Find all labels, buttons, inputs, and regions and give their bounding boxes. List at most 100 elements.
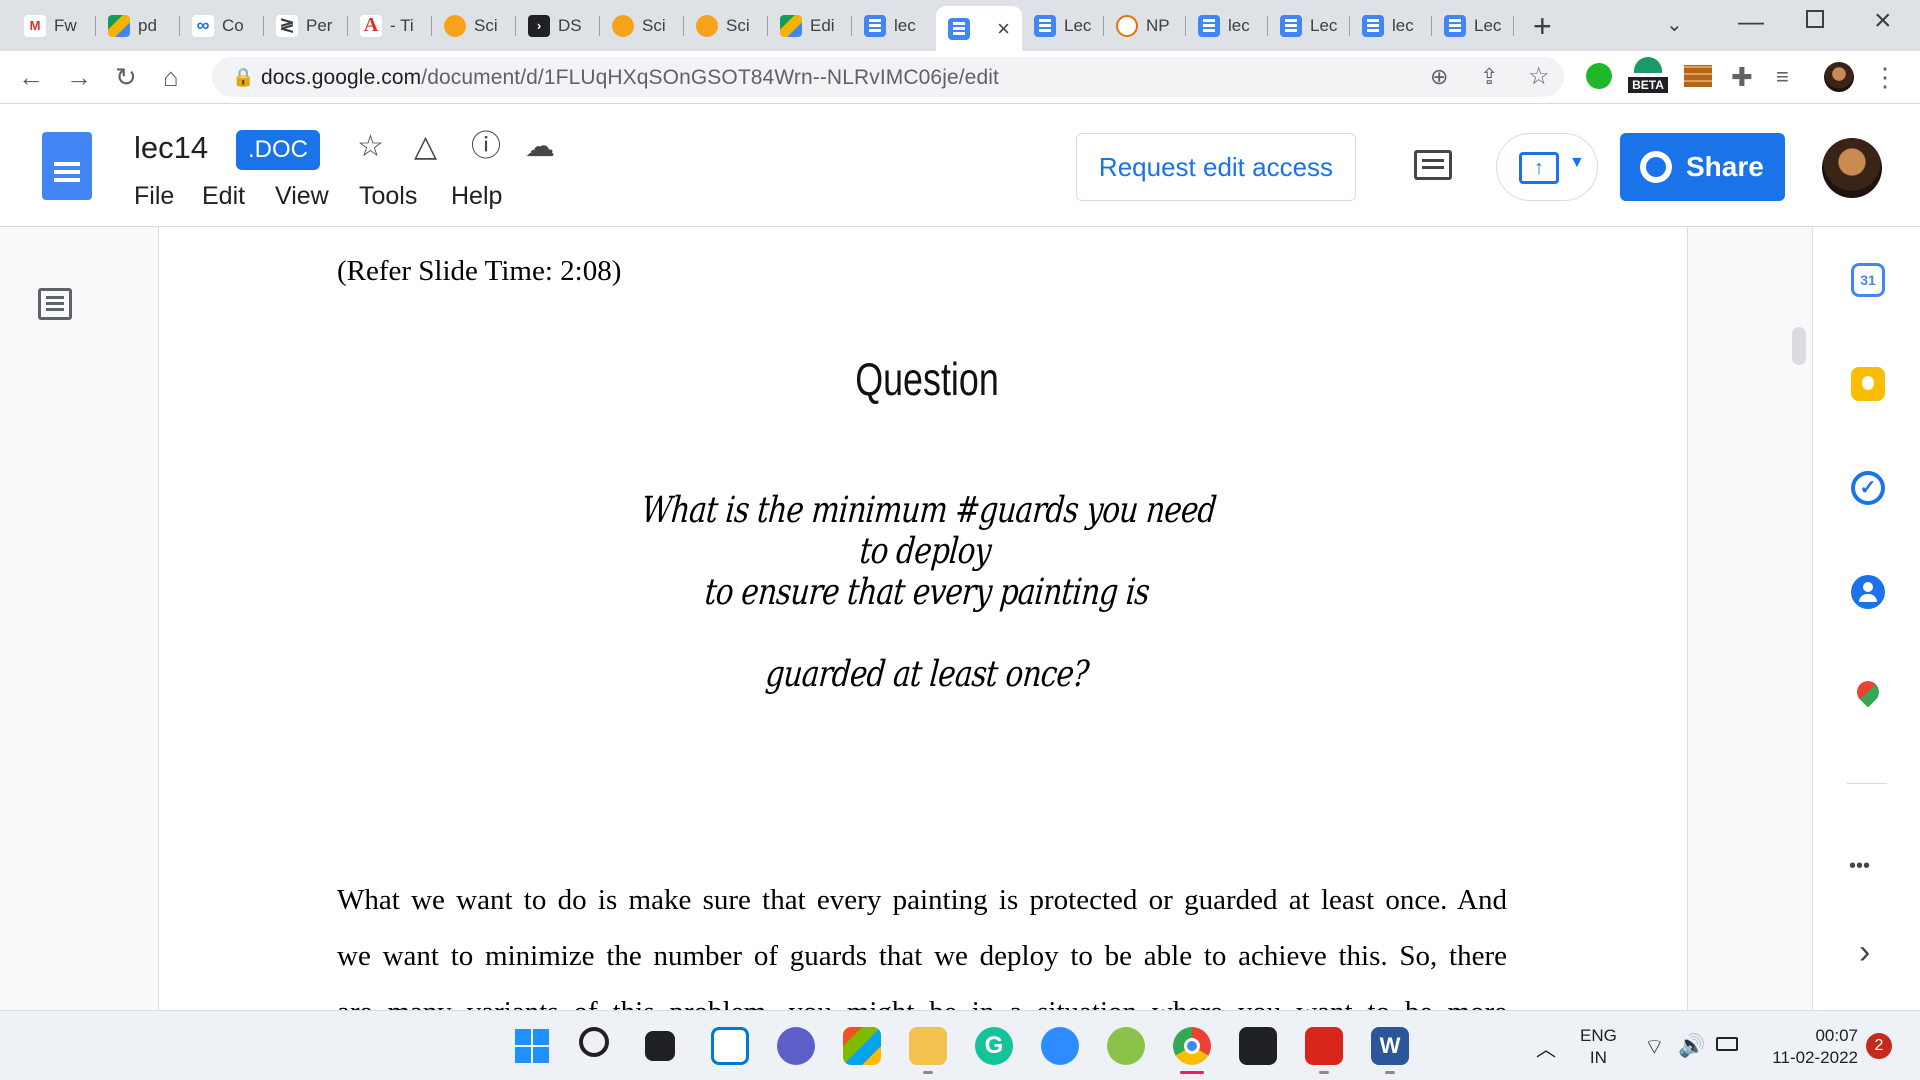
browser-tab[interactable]: M Fw bbox=[12, 8, 96, 43]
tab-label: lec bbox=[894, 15, 916, 35]
expand-panel-icon[interactable]: › bbox=[1859, 933, 1870, 972]
google-docs-icon bbox=[1198, 14, 1220, 37]
menu-edit[interactable]: Edit bbox=[202, 182, 245, 211]
browser-tab[interactable]: pd bbox=[96, 8, 180, 43]
star-icon[interactable]: ☆ bbox=[357, 132, 384, 162]
forward-icon[interactable]: → bbox=[66, 64, 92, 90]
language-code: ENG bbox=[1580, 1026, 1617, 1045]
calendar-icon[interactable]: 31 bbox=[1851, 263, 1885, 297]
back-icon[interactable]: ← bbox=[18, 64, 44, 90]
search-icon[interactable] bbox=[579, 1027, 609, 1057]
system-clock[interactable]: 00:07 11-02-2022 bbox=[1758, 1025, 1858, 1069]
running-indicator bbox=[1319, 1071, 1329, 1074]
request-edit-access-button[interactable]: Request edit access bbox=[1076, 133, 1356, 201]
browser-tab[interactable]: Lec bbox=[1022, 8, 1104, 43]
browser-tab[interactable]: lec bbox=[1186, 8, 1268, 43]
browser-tab[interactable]: lec bbox=[1350, 8, 1432, 43]
microsoft-store-icon[interactable] bbox=[843, 1027, 881, 1065]
word-icon[interactable]: W bbox=[1371, 1027, 1409, 1065]
tray-overflow-icon[interactable]: ︿ bbox=[1536, 1033, 1556, 1062]
extension-brick-icon[interactable] bbox=[1684, 65, 1712, 87]
tasks-icon[interactable]: ✓ bbox=[1851, 471, 1885, 505]
contacts-icon[interactable] bbox=[1851, 575, 1885, 609]
vertical-scrollbar[interactable] bbox=[1792, 327, 1806, 365]
extension-green-icon[interactable] bbox=[1586, 63, 1612, 89]
home-icon[interactable]: ⌂ bbox=[163, 64, 179, 90]
browser-tab[interactable]: A - Ti bbox=[348, 8, 432, 43]
sticky-notes-icon[interactable] bbox=[1239, 1027, 1277, 1065]
bookmark-star-icon[interactable]: ☆ bbox=[1528, 64, 1550, 90]
browser-menu-icon[interactable]: ⋮ bbox=[1872, 64, 1898, 90]
share-page-icon[interactable]: ⇪ bbox=[1480, 64, 1498, 90]
move-button[interactable]: ↑ ▼ bbox=[1496, 133, 1598, 201]
app-green-icon[interactable] bbox=[1107, 1027, 1145, 1065]
taskbar: G W ︿ ENG IN ⌔ 🔊 00:07 11-02-2022 2 bbox=[0, 1010, 1920, 1080]
browser-tab[interactable]: NP bbox=[1104, 8, 1186, 43]
browser-tab[interactable]: Sci bbox=[432, 8, 516, 43]
paragraph-line: What we want to do is make sure that eve… bbox=[337, 884, 1507, 916]
battery-icon[interactable] bbox=[1716, 1037, 1738, 1051]
clock-time: 00:07 bbox=[1815, 1026, 1858, 1045]
maps-icon[interactable] bbox=[1851, 676, 1885, 715]
add-to-drive-icon[interactable]: △ bbox=[414, 132, 437, 162]
play-arrow-icon: › bbox=[528, 14, 550, 37]
zoom-icon[interactable]: ⊕ bbox=[1430, 64, 1448, 90]
extension-beta-icon[interactable]: BETA bbox=[1628, 57, 1668, 97]
browser-tab[interactable]: ≷ Per bbox=[264, 8, 348, 43]
info-icon[interactable]: ⓘ bbox=[471, 132, 501, 162]
tab-label: Fw bbox=[54, 15, 77, 35]
browser-tab-active[interactable]: × bbox=[936, 6, 1022, 51]
extensions-puzzle-icon[interactable]: ✚ bbox=[1731, 64, 1753, 90]
divider bbox=[1847, 783, 1887, 784]
volume-icon[interactable]: 🔊 bbox=[1678, 1033, 1705, 1059]
browser-profile-avatar[interactable] bbox=[1824, 62, 1854, 92]
minimize-icon[interactable]: — bbox=[1738, 6, 1764, 37]
browser-tab[interactable]: Sci bbox=[600, 8, 684, 43]
account-avatar[interactable] bbox=[1822, 138, 1882, 198]
menu-tools[interactable]: Tools bbox=[359, 182, 417, 211]
comments-icon[interactable] bbox=[1414, 150, 1452, 180]
menu-view[interactable]: View bbox=[275, 182, 329, 211]
browser-tab[interactable]: Lec bbox=[1268, 8, 1350, 43]
tab-search-icon[interactable]: ⌄ bbox=[1666, 12, 1683, 37]
new-tab-button[interactable]: + bbox=[1533, 8, 1552, 45]
restore-icon[interactable] bbox=[1806, 10, 1824, 28]
tab-label: Lec bbox=[1064, 15, 1092, 35]
tab-label: Sci bbox=[726, 15, 750, 35]
reload-icon[interactable]: ↻ bbox=[115, 64, 137, 90]
google-docs-icon bbox=[1362, 14, 1384, 37]
link-icon: ∞ bbox=[192, 14, 214, 37]
browser-tab[interactable]: Lec bbox=[1432, 8, 1514, 43]
browser-tab[interactable]: lec bbox=[852, 8, 936, 43]
browser-tab[interactable]: Edi bbox=[768, 8, 852, 43]
browser-tab[interactable]: › DS bbox=[516, 8, 600, 43]
media-controls-icon[interactable]: ≡ bbox=[1776, 64, 1789, 90]
address-bar[interactable]: 🔒 docs.google.com/document/d/1FLUqHXqSOn… bbox=[212, 57, 1564, 97]
windows-start-icon[interactable] bbox=[513, 1027, 551, 1065]
running-indicator bbox=[923, 1071, 933, 1074]
menu-help[interactable]: Help bbox=[451, 182, 502, 211]
teams-chat-icon[interactable] bbox=[777, 1027, 815, 1065]
share-button[interactable]: Share bbox=[1620, 133, 1785, 201]
more-apps-icon[interactable]: ••• bbox=[1849, 855, 1870, 878]
acrobat-icon[interactable] bbox=[1305, 1027, 1343, 1065]
file-explorer-icon[interactable] bbox=[909, 1027, 947, 1065]
document-outline-icon[interactable] bbox=[38, 288, 72, 320]
close-tab-icon[interactable]: × bbox=[997, 16, 1010, 42]
keep-icon[interactable] bbox=[1851, 367, 1885, 401]
widgets-icon[interactable] bbox=[711, 1027, 749, 1065]
tab-label: lec bbox=[1392, 15, 1414, 35]
menu-file[interactable]: File bbox=[134, 182, 174, 211]
browser-tab[interactable]: Sci bbox=[684, 8, 768, 43]
language-indicator[interactable]: ENG IN bbox=[1580, 1025, 1617, 1069]
grammarly-icon[interactable]: G bbox=[975, 1027, 1013, 1065]
notification-badge[interactable]: 2 bbox=[1866, 1033, 1892, 1059]
zoom-app-icon[interactable] bbox=[1041, 1027, 1079, 1065]
task-view-icon[interactable] bbox=[645, 1031, 675, 1061]
google-docs-logo-icon[interactable] bbox=[42, 132, 92, 200]
browser-tab[interactable]: ∞ Co bbox=[180, 8, 264, 43]
document-title[interactable]: lec14 bbox=[134, 130, 208, 166]
chrome-icon[interactable] bbox=[1173, 1027, 1211, 1065]
close-window-icon[interactable]: × bbox=[1874, 4, 1892, 38]
wifi-icon[interactable]: ⌔ bbox=[1644, 1033, 1665, 1061]
